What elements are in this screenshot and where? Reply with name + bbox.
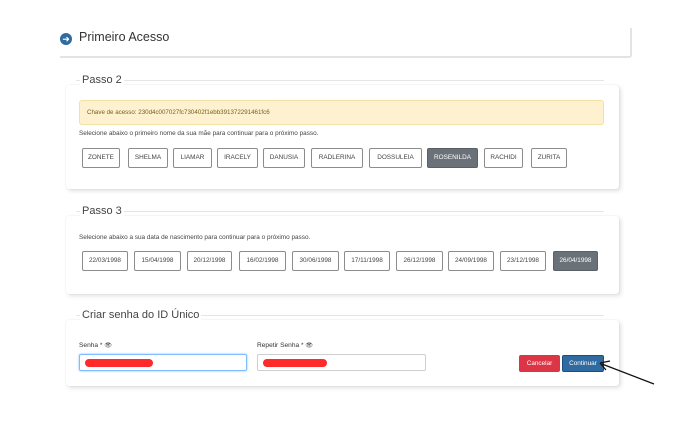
step3-option[interactable]: 22/03/1998 — [82, 251, 128, 271]
repetir-senha-field[interactable] — [257, 354, 426, 371]
step3-option[interactable]: 20/12/1998 — [187, 251, 232, 271]
repetir-senha-label: Repetir Senha * 👁 — [257, 342, 314, 349]
step3-option[interactable]: 26/12/1998 — [396, 251, 443, 271]
step3-option[interactable]: 24/09/1998 — [448, 251, 494, 271]
step2-option[interactable]: RADLERINA — [311, 148, 363, 168]
step2-legend: Passo 2 — [80, 74, 124, 86]
step2-option[interactable]: IRACELY — [217, 148, 258, 168]
step2-instruction: Selecione abaixo o primeiro nome da sua … — [79, 130, 319, 137]
page-title: Primeiro Acesso — [79, 30, 170, 44]
step2-option[interactable]: LIAMAR — [173, 148, 212, 168]
step3-option[interactable]: 30/06/1998 — [292, 251, 339, 271]
step2-option[interactable]: ROSENILDA — [427, 148, 478, 168]
step2-option[interactable]: DOSSULEIA — [369, 148, 422, 168]
step2-option[interactable]: SHELMA — [128, 148, 168, 168]
eye-icon[interactable]: 👁 — [104, 343, 112, 349]
password-legend: Criar senha do ID Único — [80, 309, 202, 321]
step2-option[interactable]: ZURITA — [531, 148, 567, 168]
step3-option[interactable]: 17/11/1998 — [344, 251, 390, 271]
password-section — [66, 320, 619, 386]
step3-option[interactable]: 26/04/1998 — [553, 251, 598, 271]
senha-field[interactable] — [79, 354, 247, 371]
redacted-value — [85, 359, 153, 367]
step3-instruction: Selecione abaixo a sua data de nasciment… — [79, 234, 311, 241]
senha-label: Senha * 👁 — [79, 342, 112, 349]
step3-option[interactable]: 16/02/1998 — [239, 251, 286, 271]
step3-option[interactable]: 23/12/1998 — [500, 251, 546, 271]
step3-option[interactable]: 15/04/1998 — [134, 251, 181, 271]
pointer-arrow-icon — [599, 360, 655, 385]
step2-legend-line — [76, 80, 604, 81]
step2-option[interactable]: RACHIDI — [484, 148, 523, 168]
step2-option[interactable]: DANUSIA — [263, 148, 305, 168]
arrow-right-circle-icon: ➜ — [60, 33, 72, 45]
cancel-button[interactable]: Cancelar — [519, 355, 560, 372]
step2-option[interactable]: ZONETE — [82, 148, 120, 168]
eye-icon[interactable]: 👁 — [305, 343, 313, 349]
access-key-alert: Chave de acesso: 230d4c007027fc730402f1e… — [79, 100, 604, 125]
step3-legend: Passo 3 — [80, 205, 124, 217]
step3-legend-line — [76, 211, 604, 212]
redacted-value — [263, 359, 327, 367]
page-header: ➜ Primeiro Acesso — [60, 28, 632, 58]
